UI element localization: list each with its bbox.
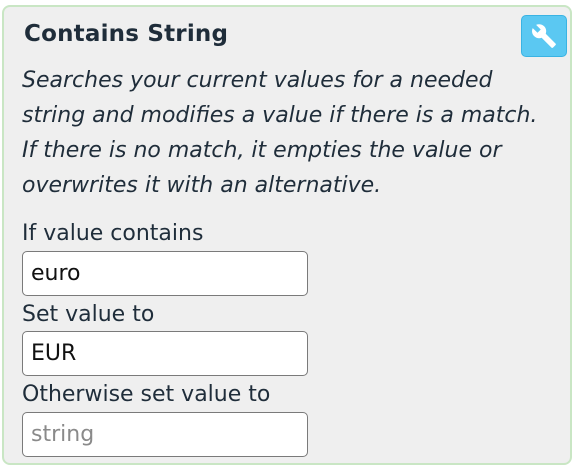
otherwise-input[interactable] bbox=[22, 412, 308, 457]
card-title: Contains String bbox=[24, 21, 229, 47]
settings-button[interactable] bbox=[521, 15, 567, 57]
wrench-icon bbox=[531, 23, 557, 49]
set-value-label: Set value to bbox=[22, 302, 155, 327]
contains-label: If value contains bbox=[22, 221, 204, 246]
contains-string-card: Contains String Searches your current va… bbox=[2, 5, 572, 465]
otherwise-label: Otherwise set value to bbox=[22, 382, 271, 407]
set-value-input[interactable] bbox=[22, 331, 308, 376]
card-description: Searches your current values for a neede… bbox=[22, 68, 538, 198]
contains-input[interactable] bbox=[22, 251, 308, 296]
